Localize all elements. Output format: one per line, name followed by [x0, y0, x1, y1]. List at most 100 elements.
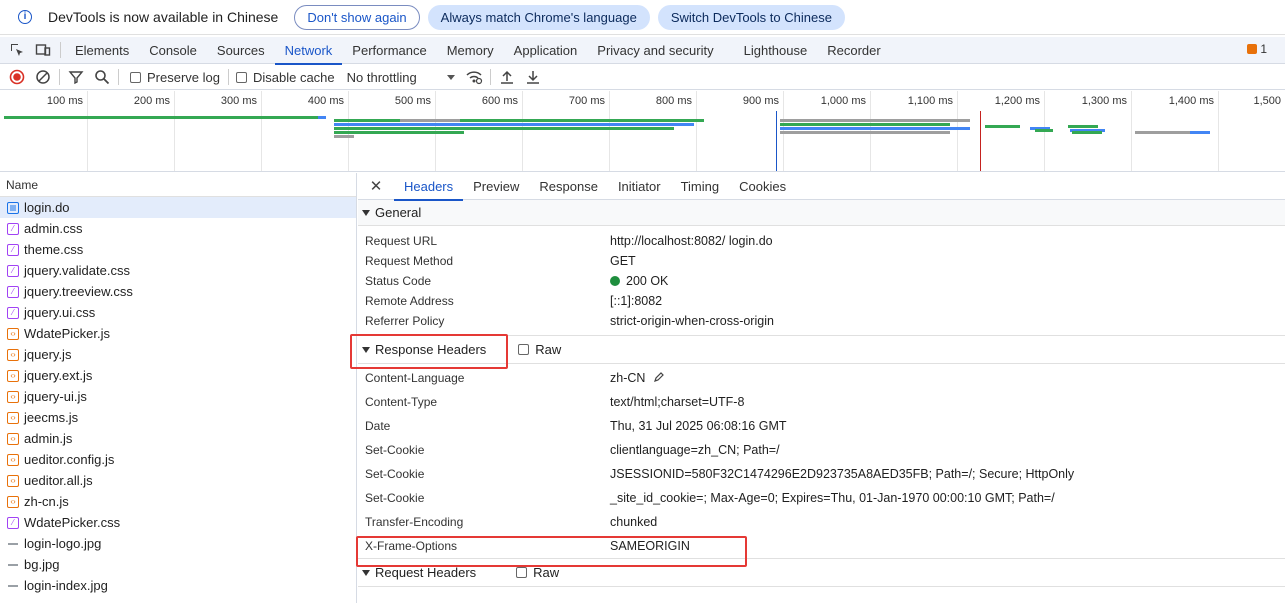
- name-column-header[interactable]: Name: [0, 173, 356, 197]
- tab-recorder[interactable]: Recorder: [817, 37, 890, 64]
- export-har-icon[interactable]: [520, 65, 546, 89]
- tab-timing[interactable]: Timing: [671, 173, 730, 200]
- request-timing-bar: [1068, 125, 1098, 128]
- list-item[interactable]: ⁄ admin.css: [0, 218, 356, 239]
- time-tick-label: 1,400 ms: [1168, 95, 1214, 107]
- search-icon[interactable]: [89, 65, 115, 89]
- tab-performance[interactable]: Performance: [342, 37, 436, 64]
- list-item[interactable]: ⁄ jquery.validate.css: [0, 260, 356, 281]
- list-item[interactable]: bg.jpg: [0, 554, 356, 575]
- raw-label: Raw: [533, 565, 560, 580]
- general-row: Referrer Policy strict-origin-when-cross…: [358, 311, 1285, 331]
- time-tick-label: 1,100 ms: [907, 95, 953, 107]
- tab-application[interactable]: Application: [504, 37, 588, 64]
- network-conditions-icon[interactable]: [461, 65, 487, 89]
- image-icon: [7, 580, 19, 592]
- close-icon[interactable]: ✕: [358, 177, 394, 195]
- clear-icon[interactable]: [30, 65, 56, 89]
- header-value: http://localhost:8082/ login.do: [610, 234, 773, 248]
- list-item[interactable]: ‹› ueditor.config.js: [0, 449, 356, 470]
- tab-lighthouse[interactable]: Lighthouse: [734, 37, 818, 64]
- stylesheet-icon: ⁄: [7, 222, 19, 235]
- checkbox-box[interactable]: [130, 71, 141, 83]
- grid-line: [957, 91, 958, 171]
- throttling-select[interactable]: No throttling: [347, 70, 455, 85]
- request-timing-bar: [334, 131, 464, 134]
- file-name: WdatePicker.js: [24, 326, 110, 341]
- tab-response[interactable]: Response: [529, 173, 608, 200]
- raw-checkbox[interactable]: Raw: [516, 565, 559, 580]
- tab-privacy-security[interactable]: Privacy and security: [587, 37, 723, 64]
- header-value: Thu, 31 Jul 2025 06:08:16 GMT: [610, 419, 787, 433]
- list-item[interactable]: ⁄ WdatePicker.css: [0, 512, 356, 533]
- list-item[interactable]: ⁄ theme.css: [0, 239, 356, 260]
- divider: [489, 69, 491, 85]
- file-name: theme.css: [24, 242, 84, 257]
- record-stop-icon[interactable]: [4, 65, 30, 89]
- list-item[interactable]: ‹› jquery-ui.js: [0, 386, 356, 407]
- network-overview-timeline[interactable]: 100 ms 200 ms 300 ms 400 ms 500 ms 600 ms 700 …: [0, 91, 1285, 172]
- infobar-message: DevTools is now available in Chinese: [48, 9, 279, 25]
- checkbox-box[interactable]: [235, 71, 247, 83]
- disable-cache-checkbox[interactable]: Disable cache: [235, 70, 335, 85]
- switch-to-chinese-button[interactable]: Switch DevTools to Chinese: [657, 4, 845, 30]
- list-item[interactable]: ‹› ueditor.all.js: [0, 470, 356, 491]
- tab-headers[interactable]: Headers: [394, 173, 464, 201]
- header-value: zh-CN: [610, 371, 646, 385]
- load-event-marker: [980, 111, 981, 171]
- tab-initiator[interactable]: Initiator: [608, 173, 671, 200]
- response-header-row: Set-Cookie _site_id_cookie=; Max-Age=0; E…: [358, 486, 1285, 510]
- general-section-header[interactable]: General: [358, 200, 1285, 226]
- preserve-log-checkbox[interactable]: Preserve log: [130, 70, 220, 85]
- list-item[interactable]: ‹› admin.js: [0, 428, 356, 449]
- request-timing-bar: [400, 119, 460, 122]
- list-item[interactable]: login-index.jpg: [0, 575, 356, 596]
- time-tick-label: 300 ms: [220, 95, 257, 107]
- tab-cookies[interactable]: Cookies: [729, 173, 796, 200]
- list-item[interactable]: ⁄ jquery.treeview.css: [0, 281, 356, 302]
- list-item[interactable]: ‹› zh-cn.js: [0, 491, 356, 512]
- list-item[interactable]: ‹› jeecms.js: [0, 407, 356, 428]
- raw-checkbox[interactable]: Raw: [518, 342, 561, 357]
- request-timing-bar: [780, 119, 970, 122]
- script-icon: ‹›: [7, 327, 19, 340]
- divider: [118, 69, 119, 85]
- header-key: Content-Language: [365, 371, 465, 385]
- request-timing-bar: [4, 116, 322, 119]
- tab-network[interactable]: Network: [274, 37, 343, 65]
- list-item[interactable]: ‹› jquery.js: [0, 344, 356, 365]
- tab-console[interactable]: Console: [139, 37, 207, 64]
- general-row: Request Method GET: [358, 251, 1285, 271]
- detail-tabs: ✕ Headers Preview Response Initiator Tim…: [358, 173, 1285, 201]
- time-tick-label: 900 ms: [742, 95, 779, 107]
- device-toolbar-icon[interactable]: [30, 37, 56, 63]
- response-header-rows: Content-Language zh-CN Content-Type text/ht…: [358, 364, 1285, 559]
- tab-preview[interactable]: Preview: [463, 173, 529, 200]
- dont-show-again-button[interactable]: Don't show again: [294, 4, 420, 30]
- file-name: jquery.js: [24, 347, 72, 362]
- file-name: zh-cn.js: [24, 494, 69, 509]
- list-item[interactable]: ‹› WdatePicker.js: [0, 323, 356, 344]
- list-item[interactable]: ⁄ jquery.ui.css: [0, 302, 356, 323]
- list-item[interactable]: ‹› jquery.ext.js: [0, 365, 356, 386]
- chevron-down-icon: [446, 74, 455, 80]
- triangle-down-icon: [362, 569, 370, 576]
- import-har-icon[interactable]: [494, 65, 520, 89]
- list-item[interactable]: login-logo.jpg: [0, 533, 356, 554]
- tab-elements[interactable]: Elements: [65, 37, 139, 64]
- header-value: text/html;charset=UTF-8: [610, 395, 745, 409]
- grid-line: [1218, 91, 1219, 171]
- tab-sources[interactable]: Sources: [207, 37, 275, 64]
- always-match-language-button[interactable]: Always match Chrome's language: [427, 4, 650, 30]
- inspect-element-icon[interactable]: [4, 37, 30, 63]
- list-item[interactable]: login.do: [0, 197, 356, 218]
- filter-icon[interactable]: [63, 65, 89, 89]
- tab-memory[interactable]: Memory: [437, 37, 504, 64]
- time-tick-label: 400 ms: [307, 95, 344, 107]
- header-key: Request Method: [365, 254, 454, 268]
- checkbox-box[interactable]: [516, 567, 528, 578]
- issues-badge[interactable]: 1: [1247, 42, 1267, 56]
- grid-line: [522, 91, 523, 171]
- edit-pencil-icon[interactable]: [653, 371, 665, 386]
- checkbox-box[interactable]: [518, 344, 530, 355]
